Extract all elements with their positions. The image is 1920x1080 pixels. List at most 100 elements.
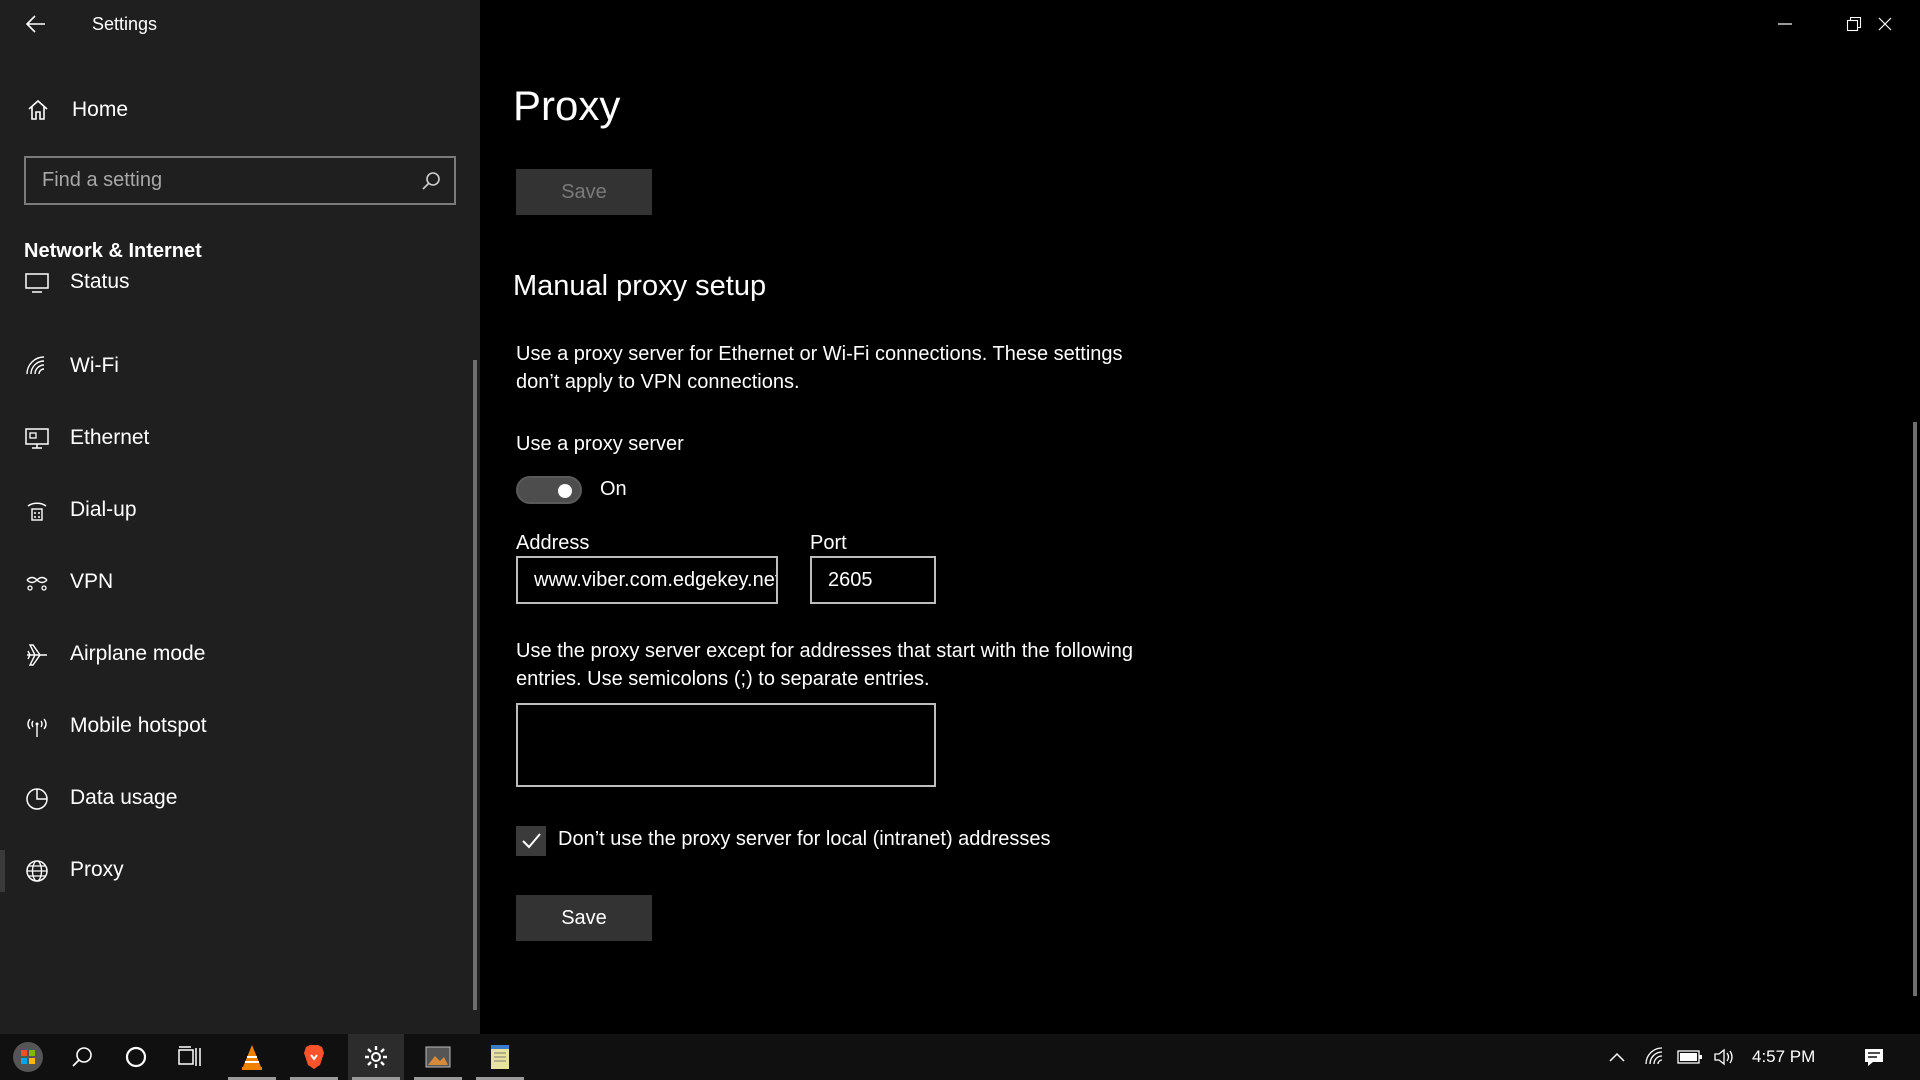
back-button[interactable] [22, 12, 50, 36]
port-input[interactable] [812, 558, 934, 602]
sidebar-item-label: VPN [70, 570, 114, 593]
page-title: Proxy [513, 82, 621, 129]
notification-icon [1865, 1049, 1883, 1066]
vlc-icon [242, 1045, 262, 1070]
address-input[interactable] [518, 558, 776, 602]
airplane-icon [22, 640, 52, 670]
local-bypass-checkbox[interactable] [516, 826, 546, 856]
minimize-button[interactable] [1750, 0, 1820, 48]
wifi-icon [1645, 1047, 1663, 1065]
volume-icon [1714, 1048, 1733, 1066]
port-field[interactable] [810, 556, 936, 604]
status-icon [22, 268, 52, 298]
show-hidden-icons-button[interactable] [1602, 1034, 1632, 1080]
network-tray-button[interactable] [1640, 1034, 1670, 1080]
sidebar-item-wifi[interactable]: Wi-Fi [0, 338, 474, 398]
image-app-icon [425, 1046, 451, 1068]
settings-window: Settings Home Network & Internet Status [0, 0, 1920, 1080]
home-label: Home [72, 98, 129, 121]
sidebar-item-mobile-hotspot[interactable]: Mobile hotspot [0, 698, 474, 758]
sidebar-item-label: Dial-up [70, 498, 137, 521]
close-icon [1878, 17, 1892, 31]
description-line: don’t apply to VPN connections. [516, 371, 800, 393]
taskbar-clock[interactable]: 4:57 PM [1752, 1047, 1815, 1067]
ethernet-icon [22, 424, 52, 454]
sidebar-item-label: Ethernet [70, 426, 150, 449]
taskbar-app-vlc[interactable] [224, 1034, 280, 1080]
start-icon [13, 1042, 43, 1072]
save-button-disabled[interactable]: Save [516, 169, 652, 215]
description-line: entries. Use semicolons (;) to separate … [516, 668, 930, 690]
sidebar-item-airplane-mode[interactable]: Airplane mode [0, 626, 474, 686]
sidebar-item-label: Wi-Fi [70, 354, 119, 377]
sidebar-nav: Status Wi-Fi Ethernet Dial-up VPN Airpla… [0, 268, 474, 1034]
checkmark-icon [522, 833, 541, 849]
start-button[interactable] [0, 1034, 56, 1080]
toggle-state-label: On [600, 478, 627, 500]
wifi-icon [22, 352, 52, 382]
taskbar-search-button[interactable] [54, 1034, 110, 1080]
save-button[interactable]: Save [516, 895, 652, 941]
vpn-icon [22, 568, 52, 598]
settings-icon [365, 1046, 387, 1068]
port-label: Port [810, 532, 847, 554]
sidebar-item-status[interactable]: Status [0, 268, 474, 314]
data-usage-icon [22, 784, 52, 814]
notepad-icon [491, 1045, 509, 1069]
sidebar-item-label: Data usage [70, 786, 178, 809]
cortana-button[interactable] [108, 1034, 164, 1080]
exceptions-field[interactable] [516, 703, 936, 787]
sidebar: Settings Home Network & Internet Status [0, 0, 480, 1034]
sidebar-item-label: Proxy [70, 858, 124, 881]
sidebar-item-home[interactable]: Home [0, 88, 480, 132]
back-arrow-icon [26, 15, 45, 33]
hotspot-icon [22, 712, 52, 742]
main-scrollbar[interactable] [1913, 422, 1917, 996]
description-line: Use a proxy server for Ethernet or Wi-Fi… [516, 343, 1123, 365]
sidebar-item-label: Status [70, 270, 130, 293]
task-view-icon [178, 1046, 201, 1066]
home-icon [24, 96, 52, 124]
volume-tray-button[interactable] [1710, 1034, 1740, 1080]
sidebar-item-label: Airplane mode [70, 642, 206, 665]
taskbar-app-settings[interactable] [348, 1034, 404, 1080]
app-title: Settings [92, 14, 158, 34]
selection-indicator [0, 850, 5, 892]
section-title: Network & Internet [24, 240, 202, 262]
use-proxy-toggle[interactable] [516, 476, 582, 504]
toggle-knob [558, 484, 572, 498]
globe-icon [22, 856, 52, 886]
sidebar-item-proxy[interactable]: Proxy [0, 842, 474, 902]
task-view-button[interactable] [162, 1034, 218, 1080]
action-center-button[interactable] [1856, 1034, 1892, 1080]
sidebar-item-data-usage[interactable]: Data usage [0, 770, 474, 830]
address-field[interactable] [516, 556, 778, 604]
dialup-icon [22, 496, 52, 526]
taskbar-app-notepad[interactable] [472, 1034, 528, 1080]
cortana-icon [125, 1046, 147, 1068]
close-button[interactable] [1850, 0, 1920, 48]
sidebar-item-vpn[interactable]: VPN [0, 554, 474, 614]
sidebar-item-dialup[interactable]: Dial-up [0, 482, 474, 542]
manual-proxy-description: Use a proxy server for Ethernet or Wi-Fi… [516, 340, 1216, 396]
use-proxy-label: Use a proxy server [516, 433, 684, 455]
brave-icon [304, 1045, 324, 1069]
taskbar-app-image[interactable] [410, 1034, 466, 1080]
sidebar-item-ethernet[interactable]: Ethernet [0, 410, 474, 470]
chevron-up-icon [1609, 1052, 1625, 1062]
search-icon[interactable] [420, 170, 442, 192]
exceptions-input[interactable] [518, 705, 934, 785]
battery-tray-button[interactable] [1674, 1034, 1706, 1080]
minimize-icon [1778, 23, 1792, 25]
taskbar-app-brave[interactable] [286, 1034, 342, 1080]
search-input[interactable] [26, 158, 454, 203]
exceptions-description: Use the proxy server except for addresse… [516, 637, 1216, 693]
local-bypass-label: Don’t use the proxy server for local (in… [558, 828, 1051, 850]
sidebar-item-label: Mobile hotspot [70, 714, 207, 737]
manual-proxy-heading: Manual proxy setup [513, 270, 767, 302]
taskbar: 4:57 PM [0, 1034, 1920, 1080]
description-line: Use the proxy server except for addresse… [516, 640, 1133, 662]
sidebar-scrollbar[interactable] [473, 360, 477, 1010]
main-content: Proxy Save Manual proxy setup Use a prox… [480, 0, 1920, 1034]
search-setting-box[interactable] [24, 156, 456, 205]
